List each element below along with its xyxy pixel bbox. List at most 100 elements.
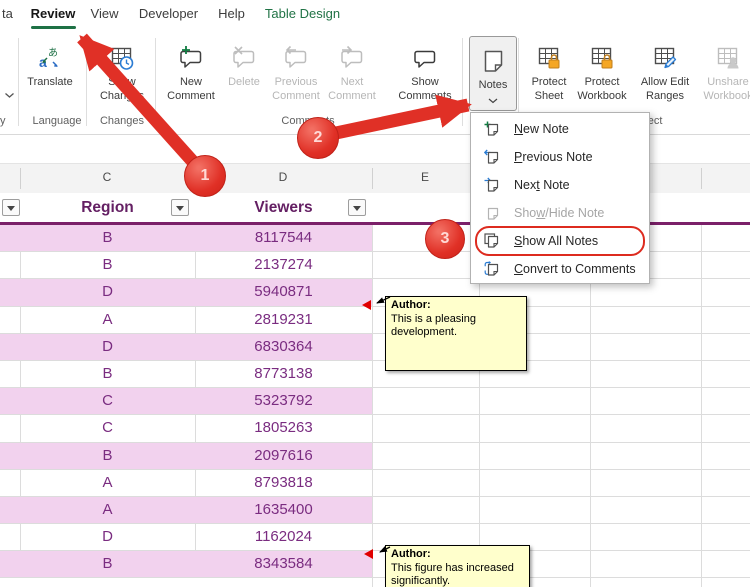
notes-button[interactable]: Notes xyxy=(469,36,517,111)
row-band: B2097616 xyxy=(0,443,372,469)
note-text-line: This is a pleasing xyxy=(391,313,521,327)
cell-viewers[interactable]: 5940871 xyxy=(195,279,372,305)
gridline xyxy=(20,252,21,278)
step-1-badge: 1 xyxy=(184,155,226,197)
chevron-down-icon[interactable] xyxy=(488,95,498,107)
table-row[interactable]: A8793818 xyxy=(0,470,750,497)
column-letter-c[interactable]: C xyxy=(103,170,112,184)
note-indicator-triangle xyxy=(364,549,373,559)
svg-text:あ: あ xyxy=(48,47,58,59)
cell-region[interactable]: B xyxy=(20,551,195,577)
note-author-label: Author: xyxy=(391,299,521,313)
tab-view[interactable]: View xyxy=(90,0,119,28)
tab-developer[interactable]: Developer xyxy=(138,0,199,28)
note-popup[interactable]: Author: This figure has increased signif… xyxy=(385,545,530,587)
cell-viewers[interactable]: 8343584 xyxy=(195,551,372,577)
gridline xyxy=(195,307,196,333)
new-comment-button[interactable]: New Comment xyxy=(160,34,222,130)
cell-viewers[interactable]: 2097616 xyxy=(195,443,372,469)
cell-viewers[interactable]: 8793818 xyxy=(195,470,372,496)
filter-button-partial[interactable] xyxy=(2,199,20,216)
gridline-vertical xyxy=(701,225,702,587)
new-comment-label: New Comment xyxy=(167,76,215,103)
cell-region[interactable]: B xyxy=(20,252,195,278)
notes-icon xyxy=(480,39,507,75)
menu-item-new-note[interactable]: New Note xyxy=(471,115,649,143)
cell-region[interactable]: A xyxy=(20,470,195,496)
column-letter-d[interactable]: D xyxy=(279,170,288,184)
gridline xyxy=(195,470,196,496)
new-comment-icon xyxy=(178,36,205,72)
row-band: A8793818 xyxy=(0,470,372,496)
note-text-line: significantly. xyxy=(391,575,524,587)
table-row[interactable]: A1635400 xyxy=(0,497,750,524)
cell-region[interactable]: D xyxy=(20,334,195,360)
delete-comment-label: Delete xyxy=(228,76,260,90)
row-band: D5940871 xyxy=(0,279,372,305)
note-text-line: This figure has increased xyxy=(391,562,524,576)
table-row[interactable]: B8773138 xyxy=(0,361,750,388)
column-separator xyxy=(701,168,702,189)
note-popup[interactable]: Author: This is a pleasing development. xyxy=(385,296,527,371)
chevron-down-icon[interactable] xyxy=(4,86,15,104)
menu-item-label: Show All Notes xyxy=(514,234,598,248)
cell-region[interactable]: B xyxy=(20,443,195,469)
gridline xyxy=(195,252,196,278)
column-letter-e[interactable]: E xyxy=(421,170,429,184)
show-comments-button[interactable]: Show Comments xyxy=(390,34,460,130)
cell-region[interactable]: D xyxy=(20,524,195,550)
cell-viewers[interactable]: 2137274 xyxy=(195,252,372,278)
delete-comment-icon xyxy=(231,36,258,72)
menu-item-label: Show/Hide Note xyxy=(514,206,604,220)
table-row[interactable]: B2097616 xyxy=(0,443,750,470)
next-note-icon xyxy=(484,177,500,193)
translate-label: Translate xyxy=(27,76,72,90)
cell-region[interactable]: B xyxy=(20,361,195,387)
gridline xyxy=(20,524,21,550)
table-row[interactable]: D1162024 xyxy=(0,524,750,551)
notes-dropdown-menu: New NotePrevious NoteNext Note Show/Hide … xyxy=(470,112,650,284)
cell-region[interactable]: A xyxy=(20,307,195,333)
tab-table-design[interactable]: Table Design xyxy=(264,0,341,28)
tab-data-partial[interactable]: ta xyxy=(2,0,13,28)
header-cell-region[interactable]: Region xyxy=(20,193,195,222)
translate-icon: あa xyxy=(37,36,64,72)
cell-region[interactable]: D xyxy=(20,279,195,305)
cell-viewers[interactable]: 8773138 xyxy=(195,361,372,387)
cell-viewers[interactable]: 1635400 xyxy=(195,497,372,523)
cell-region[interactable]: C xyxy=(20,388,195,414)
note-indicator-triangle xyxy=(362,300,371,310)
excel-window: ta Review View Developer Help Table Design y… xyxy=(0,0,750,587)
menu-item-next-note[interactable]: Next Note xyxy=(471,171,649,199)
menu-item-show-all-notes[interactable]: Show All Notes xyxy=(471,227,649,255)
header-cell-viewers[interactable]: Viewers xyxy=(195,193,372,222)
cell-region[interactable]: B xyxy=(20,225,195,251)
ribbon-tab-bar: ta Review View Developer Help Table Design xyxy=(0,0,750,30)
filter-button-region[interactable] xyxy=(171,199,189,216)
row-band: B8343584 xyxy=(0,551,372,577)
table-row[interactable]: A2819231 xyxy=(0,307,750,334)
gridline xyxy=(195,361,196,387)
table-row[interactable]: D6830364 xyxy=(0,334,750,361)
group-label-partial: y xyxy=(0,115,6,127)
protect-workbook-label: Protect Workbook xyxy=(577,76,626,103)
cell-viewers[interactable]: 1162024 xyxy=(195,524,372,550)
cell-region[interactable]: A xyxy=(20,497,195,523)
table-row[interactable]: C5323792 xyxy=(0,388,750,415)
cell-viewers[interactable]: 6830364 xyxy=(195,334,372,360)
tab-review[interactable]: Review xyxy=(30,0,76,28)
gridline xyxy=(20,470,21,496)
cell-viewers[interactable]: 2819231 xyxy=(195,307,372,333)
cell-viewers[interactable]: 5323792 xyxy=(195,388,372,414)
cell-viewers[interactable]: 8117544 xyxy=(195,225,372,251)
allow-edit-ranges-icon xyxy=(652,36,679,72)
table-row[interactable]: B8343584 xyxy=(0,551,750,578)
cell-viewers[interactable]: 1805263 xyxy=(195,415,372,441)
tab-help[interactable]: Help xyxy=(218,0,245,28)
cell-region[interactable]: C xyxy=(20,415,195,441)
protect-workbook-icon xyxy=(589,36,616,72)
menu-item-previous-note[interactable]: Previous Note xyxy=(471,143,649,171)
menu-item-convert-to-comments[interactable]: Convert to Comments xyxy=(471,255,649,283)
filter-button-viewers[interactable] xyxy=(348,199,366,216)
table-row[interactable]: C1805263 xyxy=(0,415,750,442)
